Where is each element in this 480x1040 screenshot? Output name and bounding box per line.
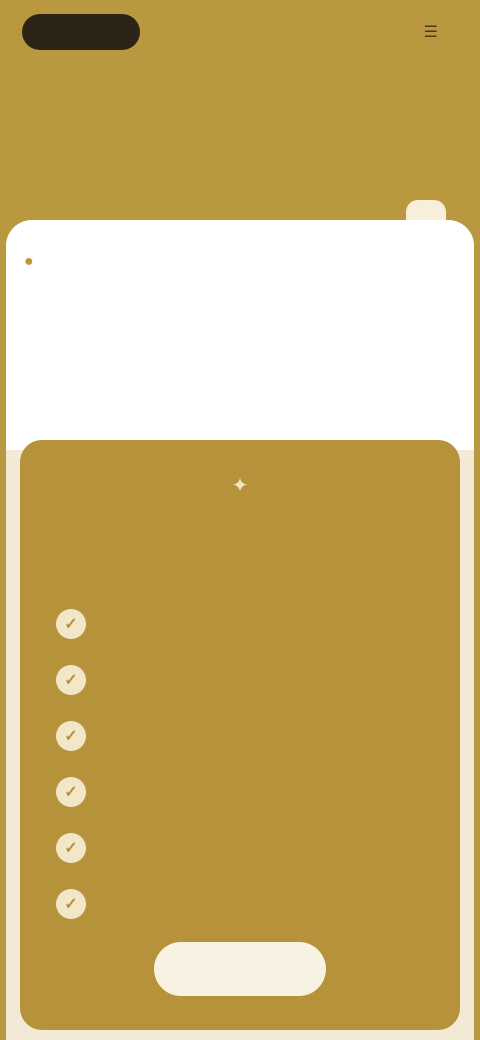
plan-cta-button[interactable] [154, 942, 326, 996]
info-chip: ● [24, 248, 42, 276]
intro-panel [6, 220, 474, 450]
feature-item: ✓ [56, 820, 436, 876]
check-icon: ✓ [56, 721, 86, 751]
check-icon: ✓ [56, 777, 86, 807]
check-icon: ✓ [56, 665, 86, 695]
menu-icon: ☰ [423, 24, 438, 41]
check-icon: ✓ [56, 833, 86, 863]
feature-item: ✓ [56, 652, 436, 708]
feature-item: ✓ [56, 596, 436, 652]
brand-logo[interactable] [22, 14, 140, 50]
sparkle-icon: ✦ [231, 475, 249, 497]
top-bar: ☰ [0, 0, 480, 80]
feature-item: ✓ [56, 708, 436, 764]
feature-item: ✓ [56, 764, 436, 820]
page-header [24, 138, 324, 148]
check-icon: ✓ [56, 889, 86, 919]
header-action[interactable]: ☰ [424, 24, 446, 42]
lightbulb-icon: ● [24, 253, 34, 270]
feature-item: ✓ [56, 876, 436, 932]
check-icon: ✓ [56, 609, 86, 639]
plan-features: ✓ ✓ ✓ ✓ ✓ ✓ [56, 596, 436, 932]
